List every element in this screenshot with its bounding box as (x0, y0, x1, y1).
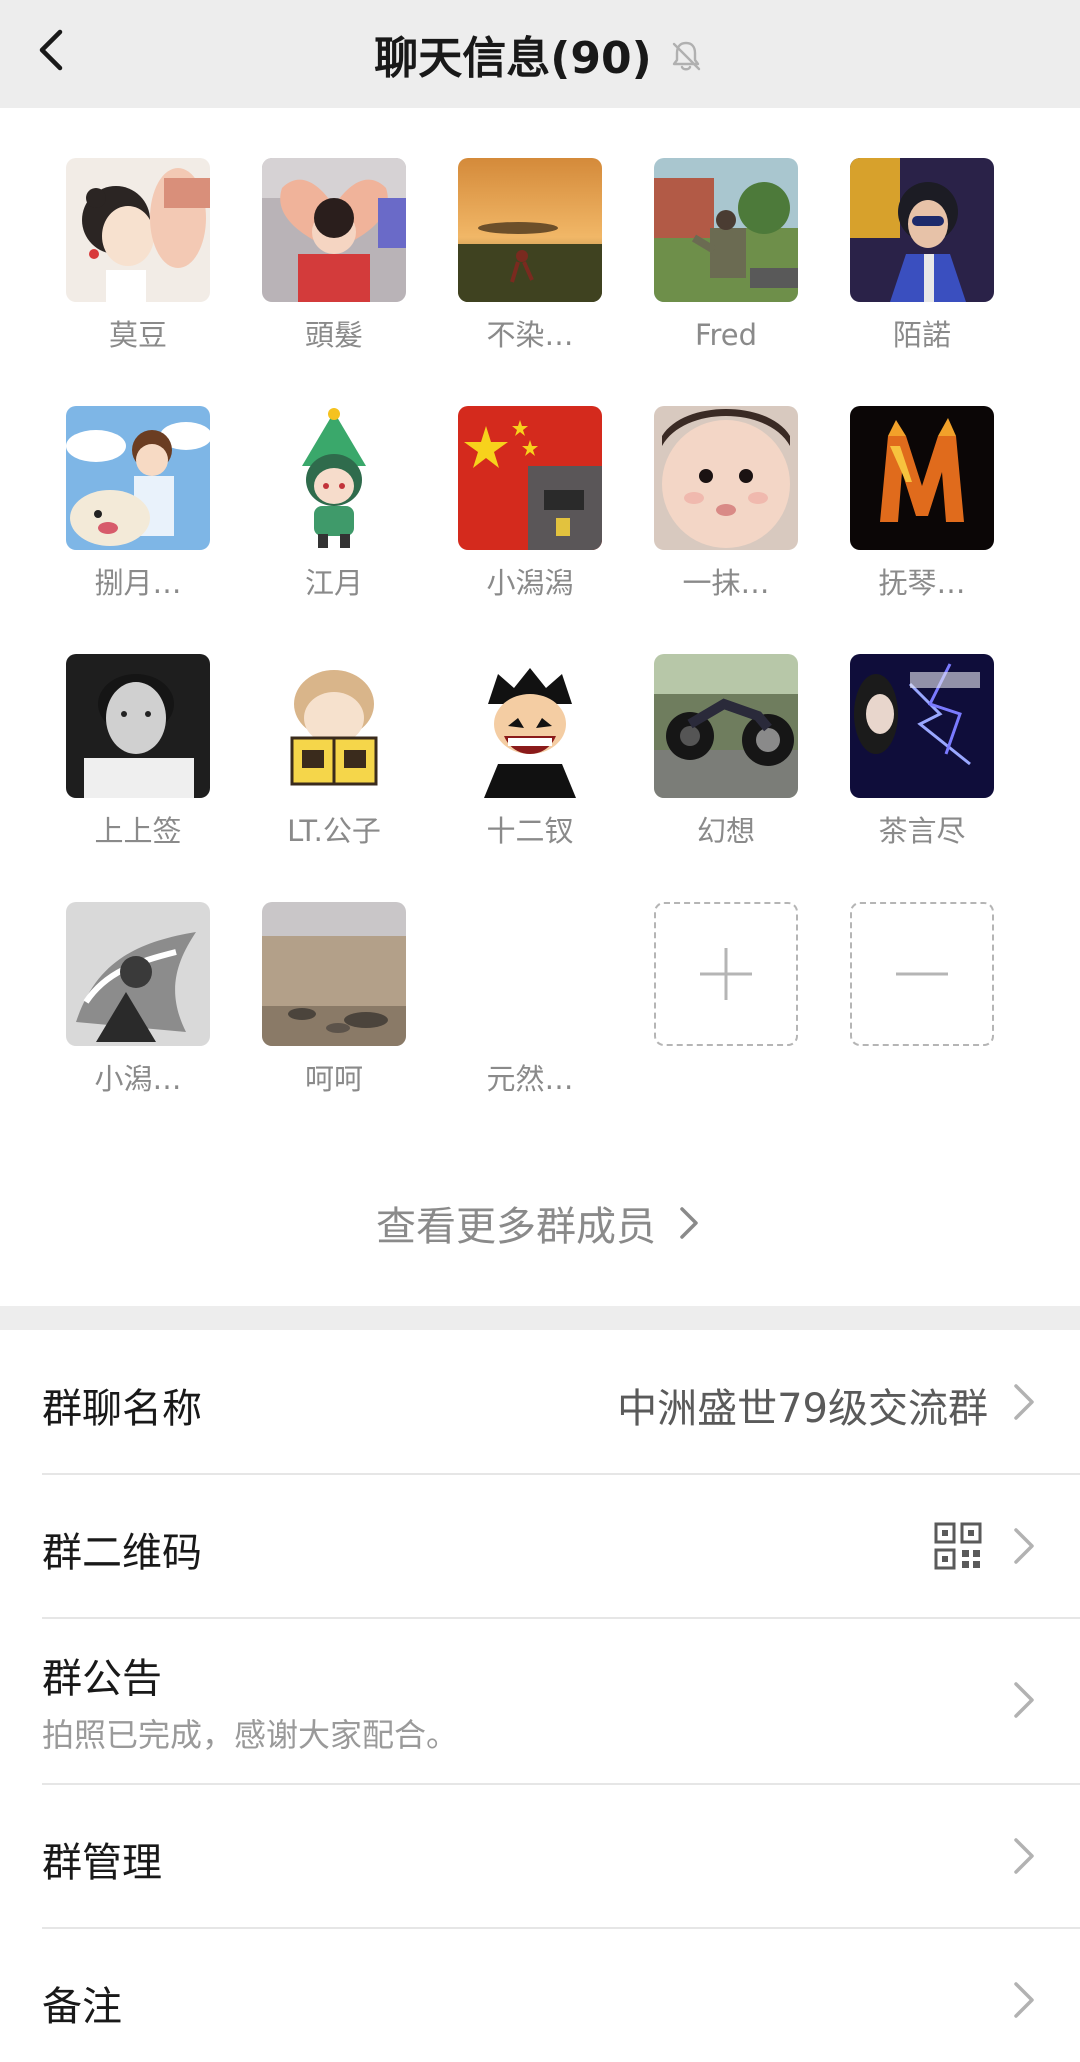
member-name: 十二钗 (486, 814, 574, 848)
group-qr-code-label: 群二维码 (42, 1530, 202, 1576)
member-avatar[interactable] (66, 902, 210, 1046)
qr-code-icon (934, 1522, 982, 1570)
member-avatar[interactable] (66, 654, 210, 798)
member-item[interactable]: 小潟… (40, 902, 236, 1150)
member-name: 陌諾 (892, 318, 951, 352)
member-avatar[interactable] (850, 654, 994, 798)
members-section: 莫豆 頭髮 不染… Fred 陌諾 捌月… 江月 小潟潟 一抹… 抚琴… 上上签… (0, 108, 1080, 1306)
group-manage-label: 群管理 (42, 1840, 162, 1886)
member-avatar[interactable] (654, 406, 798, 550)
member-name: 抚琴… (878, 566, 966, 600)
member-name: 呵呵 (304, 1062, 363, 1096)
group-announcement-row[interactable]: 群公告 拍照已完成，感谢大家配合。 (0, 1618, 1080, 1784)
member-item[interactable]: 陌諾 (824, 158, 1020, 406)
member-avatar[interactable] (458, 902, 602, 1046)
member-avatar[interactable] (262, 158, 406, 302)
member-avatar[interactable] (654, 158, 798, 302)
member-item[interactable]: 江月 (236, 406, 432, 654)
nav-bar: 聊天信息(90) (0, 0, 1080, 108)
member-avatar[interactable] (262, 902, 406, 1046)
member-name: 頭髮 (304, 318, 363, 352)
member-avatar[interactable] (66, 406, 210, 550)
view-more-members-link[interactable]: 查看更多群成员 (0, 1183, 1080, 1263)
group-manage-row[interactable]: 群管理 (0, 1784, 1080, 1928)
member-item[interactable]: 呵呵 (236, 902, 432, 1150)
chevron-right-icon (1014, 1384, 1034, 1420)
remove-member-button[interactable] (850, 902, 994, 1046)
member-name: 小潟… (94, 1062, 182, 1096)
member-item[interactable]: 十二钗 (432, 654, 628, 902)
member-avatar[interactable] (654, 654, 798, 798)
bell-off-icon (672, 41, 700, 71)
member-item[interactable]: 頭髮 (236, 158, 432, 406)
member-avatar[interactable] (458, 654, 602, 798)
member-item[interactable]: 上上签 (40, 654, 236, 902)
member-avatar[interactable] (262, 654, 406, 798)
group-name-row[interactable]: 群聊名称 中洲盛世79级交流群 (0, 1330, 1080, 1474)
member-name: 不染… (486, 318, 574, 352)
chevron-right-icon (680, 1207, 698, 1239)
member-avatar[interactable] (66, 158, 210, 302)
member-grid: 莫豆 頭髮 不染… Fred 陌諾 捌月… 江月 小潟潟 一抹… 抚琴… 上上签… (40, 158, 1040, 1150)
member-avatar[interactable] (850, 158, 994, 302)
chevron-right-icon (1014, 1528, 1034, 1564)
member-item[interactable]: 幻想 (628, 654, 824, 902)
group-announcement-label: 群公告 (42, 1656, 162, 1702)
chevron-right-icon (1014, 1838, 1034, 1874)
member-item[interactable]: 捌月… (40, 406, 236, 654)
member-item[interactable]: 小潟潟 (432, 406, 628, 654)
member-avatar[interactable] (458, 158, 602, 302)
add-member-item[interactable] (628, 902, 824, 1150)
member-item[interactable]: LT.公子 (236, 654, 432, 902)
member-name: 幻想 (696, 814, 755, 848)
chevron-right-icon (1014, 1982, 1034, 2018)
plus-icon (700, 948, 752, 1000)
view-more-members-label: 查看更多群成员 (376, 1204, 656, 1250)
remark-row[interactable]: 备注 (0, 1928, 1080, 2062)
member-name: 捌月… (94, 566, 182, 600)
minus-icon (896, 972, 948, 976)
member-name: 江月 (304, 566, 363, 600)
remove-member-item[interactable] (824, 902, 1020, 1150)
chevron-right-icon (1014, 1682, 1034, 1718)
member-name: 茶言尽 (878, 814, 966, 848)
member-item[interactable]: 抚琴… (824, 406, 1020, 654)
nav-title-area: 聊天信息(90) (0, 0, 1080, 108)
member-avatar[interactable] (262, 406, 406, 550)
member-name: 莫豆 (108, 318, 167, 352)
member-name: LT.公子 (287, 814, 381, 848)
page-title: 聊天信息(90) (374, 33, 652, 84)
member-name: 一抹… (682, 566, 770, 600)
group-name-value: 中洲盛世79级交流群 (617, 1386, 988, 1432)
member-item[interactable]: 不染… (432, 158, 628, 406)
member-name: 元然… (486, 1062, 574, 1096)
add-member-button[interactable] (654, 902, 798, 1046)
remark-label: 备注 (42, 1984, 122, 2030)
group-name-label: 群聊名称 (42, 1386, 202, 1432)
section-separator (0, 1306, 1080, 1330)
member-item[interactable]: 莫豆 (40, 158, 236, 406)
group-announcement-content: 拍照已完成，感谢大家配合。 (42, 1716, 459, 1754)
group-qr-code-row[interactable]: 群二维码 (0, 1474, 1080, 1618)
member-name: Fred (694, 318, 758, 352)
member-name: 小潟潟 (486, 566, 574, 600)
member-avatar[interactable] (850, 406, 994, 550)
member-name: 上上签 (94, 814, 182, 848)
member-item[interactable]: 茶言尽 (824, 654, 1020, 902)
member-avatar[interactable] (458, 406, 602, 550)
member-item[interactable]: 一抹… (628, 406, 824, 654)
member-item[interactable]: Fred (628, 158, 824, 406)
member-item[interactable]: 元然… (432, 902, 628, 1150)
